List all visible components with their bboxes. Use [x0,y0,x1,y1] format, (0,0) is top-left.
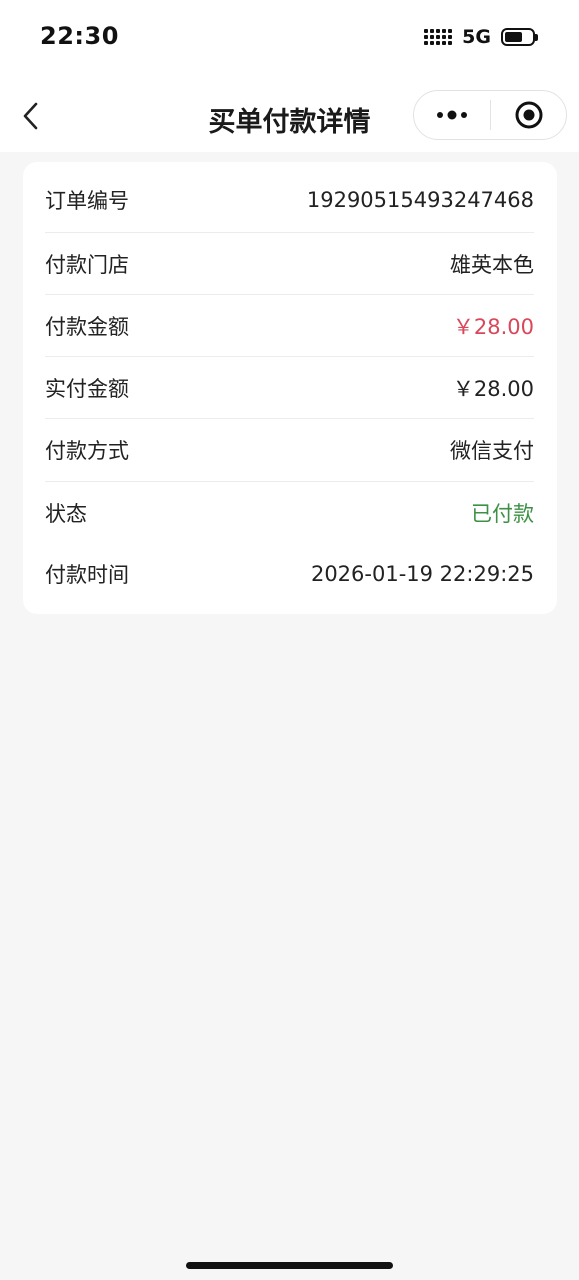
detail-label: 付款金额 [45,315,129,339]
detail-label: 付款门店 [45,253,129,277]
nav-bar: 买单付款详情 [0,78,579,152]
close-mini-program-button[interactable] [491,91,566,139]
status-bar: 22:30 5G [0,0,579,78]
battery-icon [501,28,538,46]
detail-label: 订单编号 [45,189,129,213]
detail-label: 状态 [45,502,87,526]
mini-program-capsule [413,90,567,140]
target-close-icon [515,101,542,129]
detail-value: 19290515493247468 [306,188,534,212]
detail-value: ￥28.00 [452,315,534,339]
detail-row-store: 付款门店 雄英本色 [45,233,534,295]
payment-detail-card: 订单编号 19290515493247468 付款门店 雄英本色 付款金额 ￥2… [23,162,557,614]
detail-label: 实付金额 [45,377,129,401]
detail-value: 微信支付 [450,439,534,463]
status-icons: 5G [424,26,538,48]
detail-row-status: 状态 已付款 [45,482,534,544]
more-button[interactable] [414,91,490,139]
detail-row-paid-amount: 实付金额 ￥28.00 [45,357,534,419]
home-indicator[interactable] [186,1262,393,1269]
detail-value: ￥28.00 [452,377,534,401]
more-dots-icon [437,110,467,120]
status-time: 22:30 [40,22,119,50]
detail-row-order-number: 订单编号 19290515493247468 [45,169,534,231]
detail-row-amount: 付款金额 ￥28.00 [45,295,534,357]
detail-label: 付款时间 [45,563,129,587]
detail-row-payment-method: 付款方式 微信支付 [45,419,534,481]
detail-label: 付款方式 [45,439,129,463]
network-type: 5G [462,26,491,48]
cellular-signal-icon [424,29,453,45]
detail-row-payment-time: 付款时间 2026-01-19 22:29:25 [45,543,534,605]
status-value: 已付款 [471,502,534,526]
detail-value: 雄英本色 [450,253,534,277]
detail-value: 2026-01-19 22:29:25 [310,562,534,586]
